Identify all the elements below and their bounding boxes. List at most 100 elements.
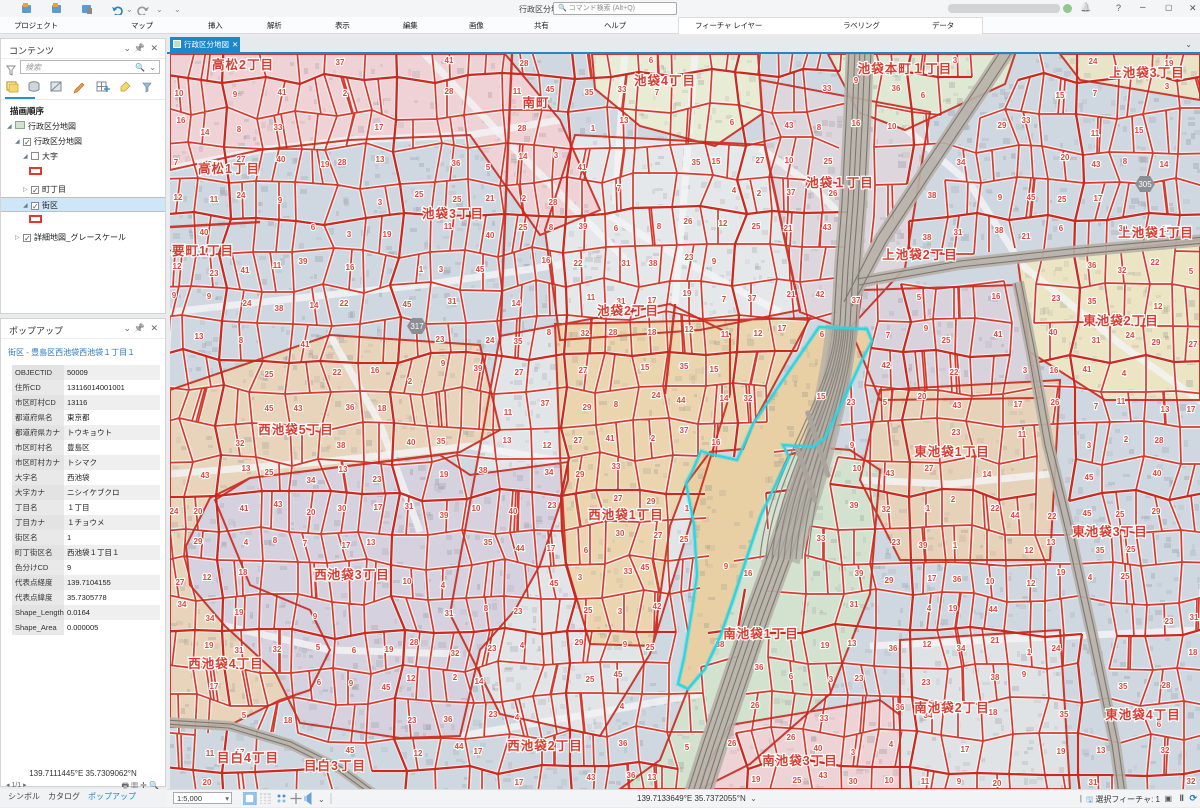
svg-text:⌄: ⌄ — [126, 5, 133, 14]
svg-text:6: 6 — [730, 118, 735, 127]
svg-text:31: 31 — [850, 600, 859, 609]
svg-text:33: 33 — [1022, 116, 1031, 125]
svg-text:37: 37 — [787, 188, 796, 197]
svg-text:39: 39 — [474, 364, 483, 373]
svg-text:45: 45 — [614, 670, 623, 679]
svg-text:17: 17 — [1014, 400, 1023, 409]
svg-text:15: 15 — [817, 392, 826, 401]
svg-text:19: 19 — [205, 641, 214, 650]
svg-text:26: 26 — [829, 189, 838, 198]
svg-text:西池袋3丁目: 西池袋3丁目 — [314, 567, 389, 582]
svg-text:4: 4 — [620, 702, 625, 711]
svg-text:8: 8 — [1123, 157, 1128, 166]
svg-text:32: 32 — [581, 329, 590, 338]
svg-text:15: 15 — [1056, 91, 1065, 100]
svg-text:11: 11 — [206, 749, 215, 758]
svg-text:41: 41 — [1083, 365, 1092, 374]
svg-text:高松2丁目: 高松2丁目 — [212, 57, 274, 72]
svg-text:6: 6 — [1059, 224, 1064, 233]
svg-text:5: 5 — [316, 643, 321, 652]
svg-text:9: 9 — [623, 640, 628, 649]
svg-text:10: 10 — [403, 577, 412, 586]
svg-text:1: 1 — [926, 504, 931, 513]
svg-text:5: 5 — [1189, 267, 1194, 276]
svg-text:17: 17 — [1187, 405, 1196, 414]
svg-text:高松1丁目: 高松1丁目 — [198, 161, 260, 176]
svg-text:11: 11 — [587, 293, 596, 302]
svg-text:25: 25 — [752, 222, 761, 231]
svg-text:25: 25 — [942, 336, 951, 345]
svg-text:19: 19 — [1057, 747, 1066, 756]
svg-text:34: 34 — [957, 644, 966, 653]
svg-text:23: 23 — [892, 538, 901, 547]
svg-text:15: 15 — [712, 157, 721, 166]
svg-text:上池袋1丁目: 上池袋1丁目 — [1118, 225, 1193, 240]
svg-text:11: 11 — [1091, 129, 1100, 138]
svg-text:19: 19 — [383, 230, 392, 239]
svg-text:23: 23 — [488, 644, 497, 653]
svg-text:4: 4 — [515, 713, 520, 722]
svg-text:38: 38 — [991, 673, 1000, 682]
svg-text:6: 6 — [921, 91, 926, 100]
svg-text:25: 25 — [265, 370, 274, 379]
svg-text:12: 12 — [719, 219, 728, 228]
svg-text:池袋本町１丁目: 池袋本町１丁目 — [858, 61, 953, 76]
svg-text:33: 33 — [612, 462, 621, 471]
svg-text:29: 29 — [647, 497, 656, 506]
svg-text:14: 14 — [983, 470, 992, 479]
svg-text:6: 6 — [820, 330, 825, 339]
svg-text:38: 38 — [649, 259, 658, 268]
svg-text:8: 8 — [657, 222, 662, 231]
svg-text:18: 18 — [648, 328, 657, 337]
svg-text:35: 35 — [1096, 546, 1105, 555]
svg-text:19: 19 — [683, 289, 692, 298]
svg-text:11: 11 — [721, 330, 730, 339]
svg-text:8: 8 — [239, 336, 244, 345]
svg-text:3: 3 — [1165, 82, 1170, 91]
svg-text:36: 36 — [896, 703, 905, 712]
svg-text:38: 38 — [928, 191, 937, 200]
svg-text:12: 12 — [173, 262, 182, 271]
svg-text:31: 31 — [445, 609, 454, 618]
svg-text:28: 28 — [520, 59, 529, 68]
svg-text:目白3丁目: 目白3丁目 — [304, 758, 366, 773]
svg-text:38: 38 — [337, 441, 346, 450]
svg-text:21: 21 — [784, 224, 793, 233]
svg-text:40: 40 — [814, 744, 823, 753]
svg-text:6: 6 — [614, 224, 619, 233]
svg-text:40: 40 — [407, 438, 416, 447]
svg-text:2: 2 — [453, 673, 458, 682]
svg-text:目白4丁目: 目白4丁目 — [217, 750, 279, 765]
svg-text:11: 11 — [513, 87, 522, 96]
svg-text:24: 24 — [1126, 331, 1135, 340]
svg-text:42: 42 — [882, 361, 891, 370]
svg-text:17: 17 — [210, 682, 219, 691]
svg-text:39: 39 — [579, 222, 588, 231]
svg-text:4: 4 — [1122, 369, 1127, 378]
svg-text:28: 28 — [549, 198, 558, 207]
svg-text:34: 34 — [957, 158, 966, 167]
svg-text:23: 23 — [952, 428, 961, 437]
svg-text:要町1丁目: 要町1丁目 — [172, 243, 234, 258]
svg-text:16: 16 — [712, 438, 721, 447]
svg-text:22: 22 — [1048, 512, 1057, 521]
svg-text:4: 4 — [889, 740, 894, 749]
svg-text:12: 12 — [203, 573, 212, 582]
svg-text:37: 37 — [852, 296, 861, 305]
svg-text:43: 43 — [274, 500, 283, 509]
svg-text:9: 9 — [172, 291, 177, 300]
svg-text:36: 36 — [892, 84, 901, 93]
svg-text:44: 44 — [989, 605, 998, 614]
svg-text:21: 21 — [486, 194, 495, 203]
svg-text:35: 35 — [1060, 710, 1069, 719]
svg-text:17: 17 — [375, 123, 384, 132]
svg-text:28: 28 — [445, 87, 454, 96]
svg-text:10: 10 — [986, 577, 995, 586]
svg-text:28: 28 — [410, 638, 419, 647]
svg-text:12: 12 — [923, 640, 932, 649]
svg-text:13: 13 — [648, 773, 657, 782]
svg-text:21: 21 — [787, 290, 796, 299]
svg-text:29: 29 — [998, 121, 1007, 130]
svg-text:35: 35 — [437, 437, 446, 446]
svg-text:2: 2 — [951, 495, 956, 504]
